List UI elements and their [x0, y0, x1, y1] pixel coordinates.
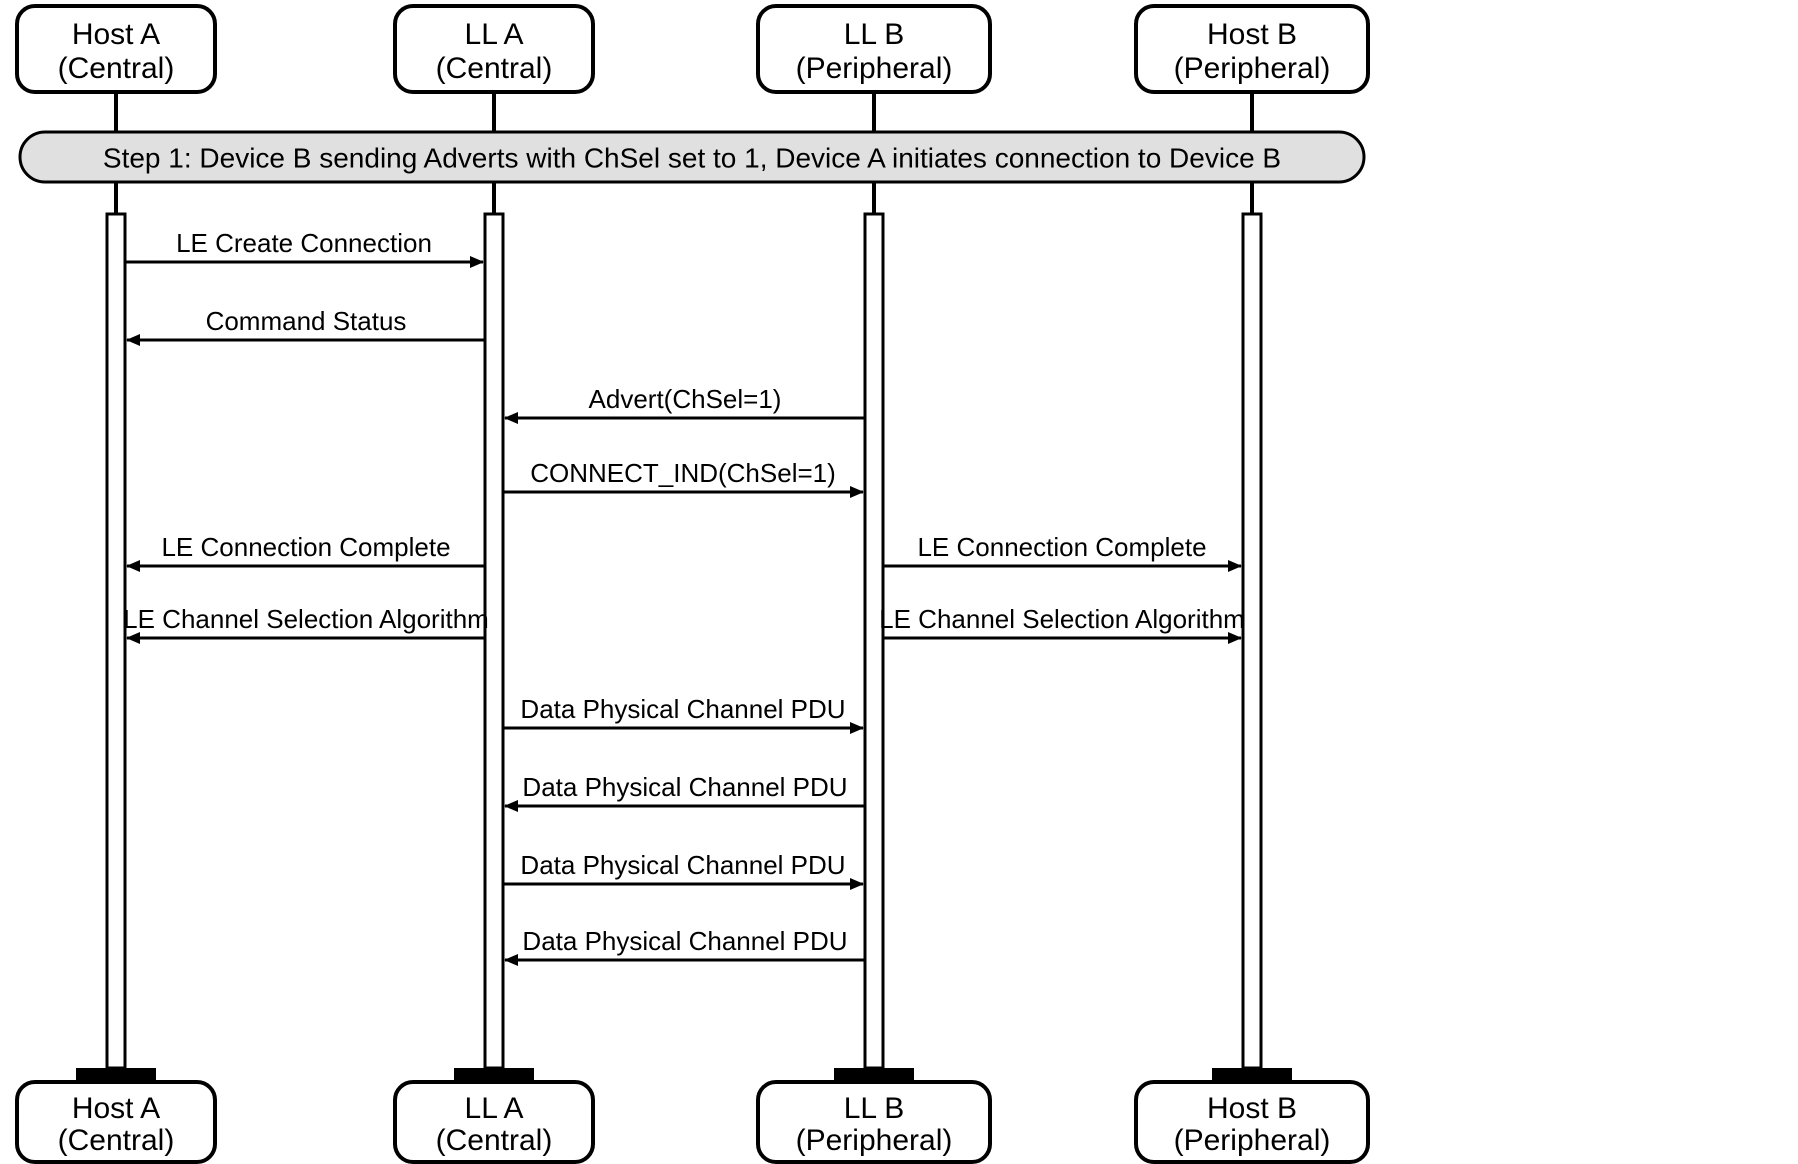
footer-actor-ll-a: LL A (Central): [395, 1082, 593, 1162]
actor-ll-b: LL B (Peripheral): [758, 6, 990, 92]
footer-actor-host-a: Host A (Central): [17, 1082, 215, 1162]
footer-ll-b-line2: (Peripheral): [796, 1124, 953, 1157]
actor-ll-a-line1: LL A: [465, 18, 524, 51]
actor-host-a-line2: (Central): [58, 52, 175, 85]
svg-text:Data Physical Channel PDU: Data Physical Channel PDU: [522, 772, 847, 802]
actor-ll-b-line2: (Peripheral): [796, 52, 953, 85]
actor-ll-a-line2: (Central): [436, 52, 553, 85]
svg-text:Command Status: Command Status: [206, 306, 407, 336]
svg-text:CONNECT_IND(ChSel=1): CONNECT_IND(ChSel=1): [530, 458, 836, 488]
msg-data-pdu-2: Data Physical Channel PDU: [505, 772, 865, 806]
svg-text:Data Physical Channel PDU: Data Physical Channel PDU: [522, 926, 847, 956]
footer-host-b-line1: Host B: [1207, 1092, 1297, 1125]
end-bar-host-b: [1212, 1068, 1292, 1082]
svg-text:LE Create Connection: LE Create Connection: [176, 228, 432, 258]
svg-text:Data Physical Channel PDU: Data Physical Channel PDU: [520, 694, 845, 724]
activation-ll-b: [865, 214, 883, 1068]
svg-text:LE Connection Complete: LE Connection Complete: [917, 532, 1206, 562]
svg-text:LE Channel Selection Algorithm: LE Channel Selection Algorithm: [879, 604, 1245, 634]
footer-ll-b-line1: LL B: [844, 1092, 905, 1125]
svg-text:LE Channel Selection Algorithm: LE Channel Selection Algorithm: [123, 604, 489, 634]
sequence-diagram: Host A (Central) LL A (Central) LL B (Pe…: [0, 0, 1798, 1164]
end-bar-ll-a: [454, 1068, 534, 1082]
actor-host-a: Host A (Central): [17, 6, 215, 92]
msg-le-chan-sel-a: LE Channel Selection Algorithm: [123, 604, 489, 638]
step-banner: Step 1: Device B sending Adverts with Ch…: [20, 132, 1364, 182]
msg-data-pdu-3: Data Physical Channel PDU: [503, 850, 863, 884]
msg-le-chan-sel-b: LE Channel Selection Algorithm: [879, 604, 1245, 638]
msg-le-connection-complete-b: LE Connection Complete: [883, 532, 1241, 566]
footer-actor-ll-b: LL B (Peripheral): [758, 1082, 990, 1162]
msg-data-pdu-1: Data Physical Channel PDU: [503, 694, 863, 728]
msg-connect-ind: CONNECT_IND(ChSel=1): [503, 458, 863, 492]
actor-host-a-line1: Host A: [72, 18, 160, 51]
actor-host-b-line2: (Peripheral): [1174, 52, 1331, 85]
actor-host-b-line1: Host B: [1207, 18, 1297, 51]
msg-le-connection-complete-a: LE Connection Complete: [127, 532, 485, 566]
msg-data-pdu-4: Data Physical Channel PDU: [505, 926, 865, 960]
step-text: Step 1: Device B sending Adverts with Ch…: [103, 142, 1281, 173]
activation-host-b: [1243, 214, 1261, 1068]
svg-text:LE Connection Complete: LE Connection Complete: [161, 532, 450, 562]
end-bar-host-a: [76, 1068, 156, 1082]
svg-text:Advert(ChSel=1): Advert(ChSel=1): [589, 384, 782, 414]
footer-ll-a-line2: (Central): [436, 1124, 553, 1157]
end-bar-ll-b: [834, 1068, 914, 1082]
footer-host-b-line2: (Peripheral): [1174, 1124, 1331, 1157]
footer-actor-host-b: Host B (Peripheral): [1136, 1082, 1368, 1162]
msg-command-status: Command Status: [127, 306, 485, 340]
actor-ll-a: LL A (Central): [395, 6, 593, 92]
activation-ll-a: [485, 214, 503, 1068]
actor-host-b: Host B (Peripheral): [1136, 6, 1368, 92]
footer-host-a-line1: Host A: [72, 1092, 160, 1125]
activation-host-a: [107, 214, 125, 1068]
msg-le-create-connection: LE Create Connection: [125, 228, 483, 262]
footer-host-a-line2: (Central): [58, 1124, 175, 1157]
actor-ll-b-line1: LL B: [844, 18, 905, 51]
svg-text:Data Physical Channel PDU: Data Physical Channel PDU: [520, 850, 845, 880]
footer-ll-a-line1: LL A: [465, 1092, 524, 1125]
msg-advert: Advert(ChSel=1): [505, 384, 865, 418]
